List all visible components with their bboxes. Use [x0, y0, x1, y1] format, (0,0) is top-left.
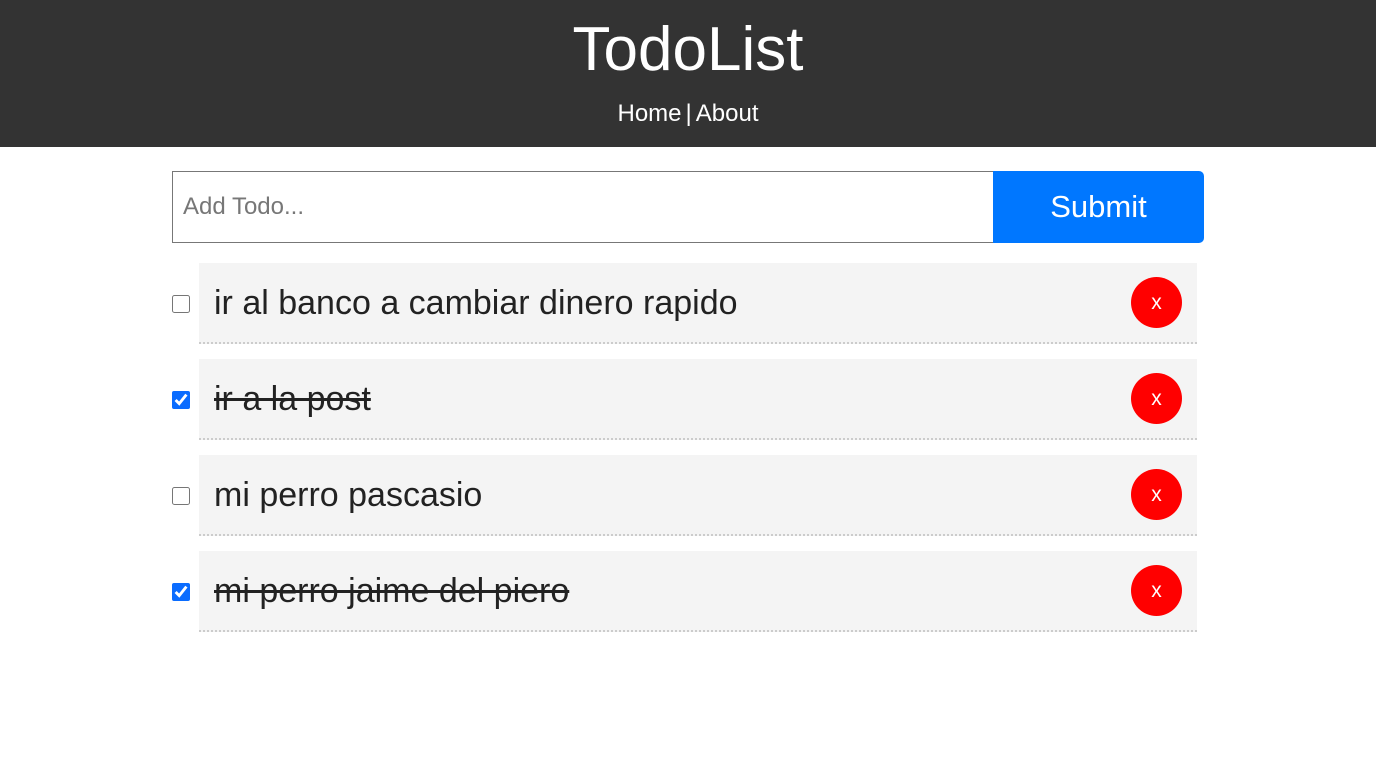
todo-row: mi perro pascasio x: [172, 455, 1204, 536]
todo-item: ir a la post x: [199, 359, 1197, 440]
app-title: TodoList: [572, 15, 804, 84]
nav-link-about[interactable]: About: [696, 100, 759, 127]
todo-row: mi perro jaime del piero x: [172, 551, 1204, 632]
submit-button[interactable]: Submit: [993, 171, 1204, 243]
delete-todo-button[interactable]: x: [1131, 565, 1182, 616]
todo-title: ir al banco a cambiar dinero rapido: [214, 283, 738, 322]
todo-list: ir al banco a cambiar dinero rapido x ir…: [172, 263, 1204, 632]
todo-checkbox[interactable]: [172, 294, 190, 313]
main-nav: Home | About: [0, 100, 1376, 128]
todo-item: mi perro pascasio x: [199, 455, 1197, 536]
main-content: Submit ir al banco a cambiar dinero rapi…: [172, 171, 1204, 647]
todo-row: ir al banco a cambiar dinero rapido x: [172, 263, 1204, 344]
delete-todo-button[interactable]: x: [1131, 373, 1182, 424]
delete-todo-button[interactable]: x: [1131, 469, 1182, 520]
todo-row: ir a la post x: [172, 359, 1204, 440]
todo-item: mi perro jaime del piero x: [199, 551, 1197, 632]
todo-title: mi perro jaime del piero: [214, 571, 570, 610]
delete-todo-button[interactable]: x: [1131, 277, 1182, 328]
todo-title: mi perro pascasio: [214, 475, 483, 514]
add-todo-form: Submit: [172, 171, 1204, 243]
todo-item: ir al banco a cambiar dinero rapido x: [199, 263, 1197, 344]
nav-link-home[interactable]: Home: [618, 100, 682, 127]
todo-checkbox[interactable]: [172, 390, 190, 409]
todo-checkbox[interactable]: [172, 486, 190, 505]
add-todo-input[interactable]: [172, 171, 993, 243]
nav-separator: |: [685, 100, 692, 127]
todo-checkbox[interactable]: [172, 582, 190, 601]
todo-title: ir a la post: [214, 379, 371, 418]
app-header: TodoList Home | About: [0, 0, 1376, 147]
